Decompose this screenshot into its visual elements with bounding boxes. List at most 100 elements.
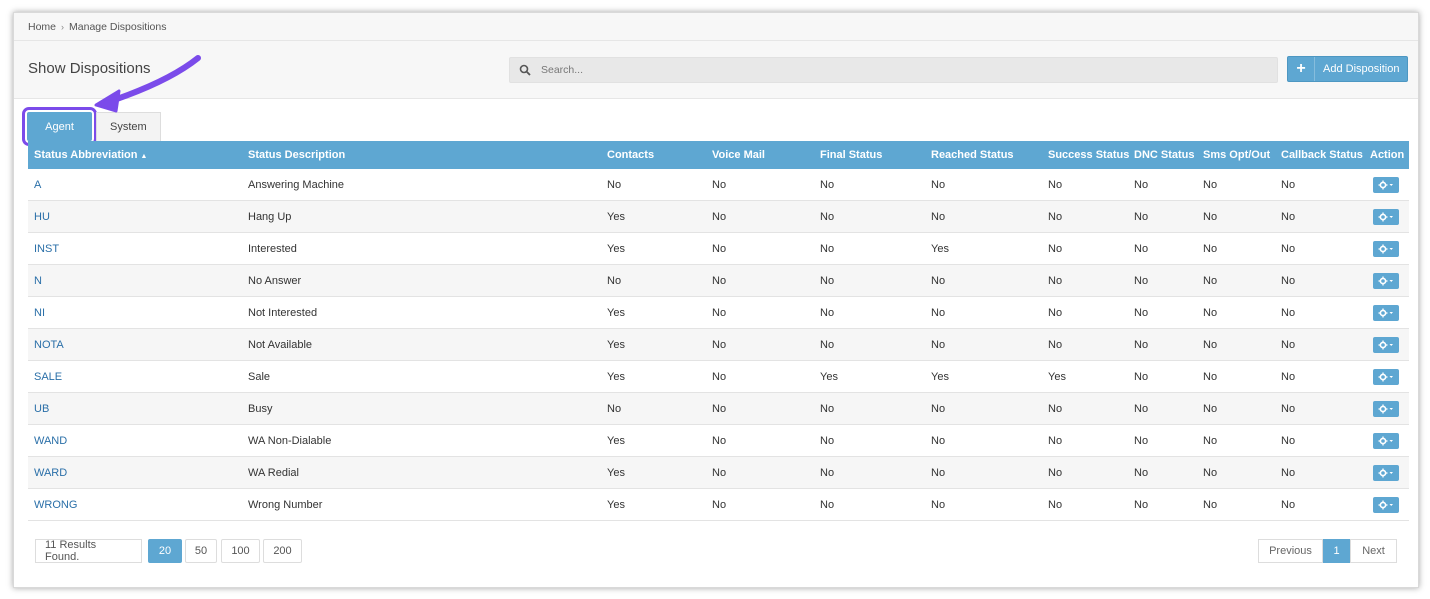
col-status-abbreviation[interactable]: Status Abbreviation ▲ xyxy=(28,141,242,169)
col-success-status[interactable]: Success Status xyxy=(1042,141,1129,169)
cell-voice-mail: No xyxy=(706,488,814,521)
cell-action xyxy=(1364,360,1409,393)
status-abbreviation-link[interactable]: SALE xyxy=(34,371,62,383)
cell-dnc-status: No xyxy=(1128,169,1197,201)
cell-callback-status: No xyxy=(1275,232,1364,265)
cell-action xyxy=(1364,328,1409,361)
cell-status-abbreviation: WAND xyxy=(28,424,242,457)
action-menu-button[interactable] xyxy=(1373,336,1399,353)
status-abbreviation-link[interactable]: WRONG xyxy=(34,499,77,511)
cell-success-status: No xyxy=(1042,169,1128,201)
cell-status-description: Not Available xyxy=(242,328,601,361)
page-size-20[interactable]: 20 xyxy=(148,539,182,563)
search-box[interactable] xyxy=(509,57,1278,83)
cell-action xyxy=(1364,264,1409,297)
cell-final-status: No xyxy=(814,169,925,201)
cell-success-status: No xyxy=(1042,200,1128,233)
cell-action xyxy=(1364,169,1409,201)
status-abbreviation-link[interactable]: NOTA xyxy=(34,339,64,351)
gear-icon xyxy=(1378,500,1393,509)
status-abbreviation-link[interactable]: WAND xyxy=(34,435,67,447)
cell-status-description: Wrong Number xyxy=(242,488,601,521)
col-dnc-status[interactable]: DNC Status xyxy=(1128,141,1197,169)
caret-down-icon xyxy=(1389,471,1393,474)
action-menu-button[interactable] xyxy=(1373,304,1399,321)
status-abbreviation-link[interactable]: NI xyxy=(34,307,45,319)
action-menu-button[interactable] xyxy=(1373,176,1399,193)
action-menu-button[interactable] xyxy=(1373,272,1399,289)
cell-success-status: No xyxy=(1042,488,1128,521)
cell-dnc-status: No xyxy=(1128,392,1197,425)
cell-contacts: Yes xyxy=(601,200,706,233)
page-size-50[interactable]: 50 xyxy=(185,539,217,563)
table-row: NOTA Not Available Yes No No No No No No No xyxy=(28,328,1409,361)
tab-agent[interactable]: Agent xyxy=(22,107,97,146)
col-final-status[interactable]: Final Status xyxy=(814,141,925,169)
action-menu-button[interactable] xyxy=(1373,400,1399,417)
add-disposition-label: Add Disposition xyxy=(1323,63,1400,75)
gear-icon xyxy=(1378,404,1393,413)
dispositions-table: Status Abbreviation ▲ Status Description … xyxy=(28,141,1409,521)
cell-final-status: Yes xyxy=(814,360,925,393)
cell-callback-status: No xyxy=(1275,456,1364,489)
cell-sms-opt-out: No xyxy=(1197,360,1275,393)
table-row: WRONG Wrong Number Yes No No No No No No No xyxy=(28,488,1409,521)
status-abbreviation-link[interactable]: UB xyxy=(34,403,49,415)
search-icon xyxy=(519,64,531,76)
search-input[interactable] xyxy=(539,63,1243,77)
gear-icon xyxy=(1378,340,1393,349)
next-button[interactable]: Next xyxy=(1350,539,1397,563)
cell-dnc-status: No xyxy=(1128,296,1197,329)
action-menu-button[interactable] xyxy=(1373,240,1399,257)
action-menu-button[interactable] xyxy=(1373,432,1399,449)
col-contacts[interactable]: Contacts xyxy=(601,141,706,169)
action-menu-button[interactable] xyxy=(1373,208,1399,225)
cell-callback-status: No xyxy=(1275,392,1364,425)
page-title: Show Dispositions xyxy=(28,60,151,77)
cell-status-abbreviation: NOTA xyxy=(28,328,242,361)
gear-icon xyxy=(1378,436,1393,445)
cell-final-status: No xyxy=(814,264,925,297)
cell-action xyxy=(1364,456,1409,489)
status-abbreviation-link[interactable]: WARD xyxy=(34,467,67,479)
action-menu-button[interactable] xyxy=(1373,464,1399,481)
status-abbreviation-link[interactable]: A xyxy=(34,179,41,191)
cell-status-description: Interested xyxy=(242,232,601,265)
cell-voice-mail: No xyxy=(706,456,814,489)
breadcrumb-home[interactable]: Home xyxy=(28,21,56,33)
tab-system[interactable]: System xyxy=(96,112,161,141)
col-voice-mail[interactable]: Voice Mail xyxy=(706,141,814,169)
status-abbreviation-link[interactable]: INST xyxy=(34,243,59,255)
caret-down-icon xyxy=(1389,375,1393,378)
cell-contacts: No xyxy=(601,264,706,297)
cell-success-status: No xyxy=(1042,456,1128,489)
col-callback-status[interactable]: Callback Status xyxy=(1275,141,1364,169)
breadcrumb: Home › Manage Dispositions xyxy=(14,13,1418,41)
cell-status-description: WA Non-Dialable xyxy=(242,424,601,457)
status-abbreviation-link[interactable]: HU xyxy=(34,211,50,223)
status-abbreviation-link[interactable]: N xyxy=(34,275,42,287)
cell-success-status: No xyxy=(1042,424,1128,457)
page-size-200[interactable]: 200 xyxy=(263,539,302,563)
cell-voice-mail: No xyxy=(706,424,814,457)
page-size-100[interactable]: 100 xyxy=(221,539,260,563)
cell-dnc-status: No xyxy=(1128,264,1197,297)
col-reached-status[interactable]: Reached Status xyxy=(925,141,1042,169)
action-menu-button[interactable] xyxy=(1373,496,1399,513)
cell-final-status: No xyxy=(814,296,925,329)
action-menu-button[interactable] xyxy=(1373,368,1399,385)
cell-reached-status: No xyxy=(925,264,1042,297)
cell-final-status: No xyxy=(814,200,925,233)
cell-dnc-status: No xyxy=(1128,488,1197,521)
cell-action xyxy=(1364,392,1409,425)
gear-icon xyxy=(1378,180,1393,189)
col-status-description[interactable]: Status Description xyxy=(242,141,601,169)
add-disposition-button[interactable]: + Add Disposition xyxy=(1287,56,1408,82)
cell-status-abbreviation: INST xyxy=(28,232,242,265)
cell-action xyxy=(1364,296,1409,329)
previous-button[interactable]: Previous xyxy=(1258,539,1323,563)
page-1-button[interactable]: 1 xyxy=(1323,539,1350,563)
col-sms-opt-out[interactable]: Sms Opt/Out xyxy=(1197,141,1275,169)
cell-callback-status: No xyxy=(1275,296,1364,329)
cell-callback-status: No xyxy=(1275,424,1364,457)
